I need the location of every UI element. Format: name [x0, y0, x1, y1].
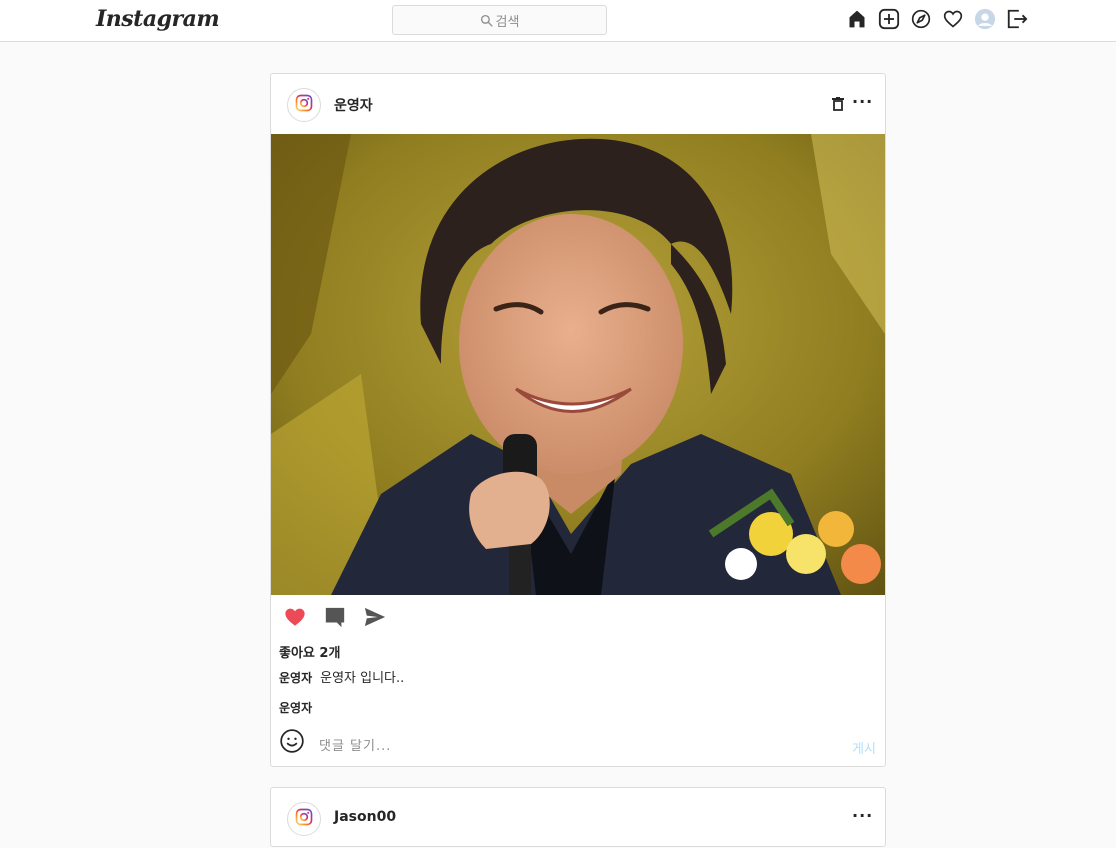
comment-icon[interactable]: [323, 605, 347, 629]
feed-post: Jason00 ···: [270, 787, 886, 847]
post-header: Jason00 ···: [271, 788, 885, 848]
instagram-camera-icon: [294, 93, 314, 117]
search-icon: [480, 14, 493, 27]
post-photo-image: [271, 134, 885, 595]
post-caption: 운영자 운영자 입니다..: [279, 667, 404, 686]
post-avatar[interactable]: [287, 88, 321, 122]
comment-username[interactable]: 운영자: [279, 699, 312, 716]
more-options-icon[interactable]: ···: [852, 94, 873, 110]
comment-input[interactable]: [319, 736, 799, 756]
caption-text: 운영자 입니다..: [320, 671, 405, 686]
post-header: 운영자 ···: [271, 74, 885, 134]
post-avatar[interactable]: [287, 802, 321, 836]
search-box[interactable]: 검색: [392, 5, 607, 35]
logout-icon[interactable]: [1005, 7, 1029, 31]
instagram-camera-icon: [294, 807, 314, 831]
post-comment-button[interactable]: 게시: [852, 738, 876, 757]
emoji-smiley-icon[interactable]: [279, 728, 305, 758]
more-options-icon[interactable]: ···: [852, 808, 873, 824]
home-icon[interactable]: [845, 7, 869, 31]
new-post-icon[interactable]: [877, 7, 901, 31]
caption-username[interactable]: 운영자: [279, 669, 312, 686]
feed-post: 운영자 ··· 좋아요 2개 운영자 운영자 입니다.. 운영자 댓글 달기..…: [270, 73, 886, 767]
nav-icon-group: [845, 7, 1029, 31]
post-photo[interactable]: [271, 134, 885, 595]
explore-icon[interactable]: [909, 7, 933, 31]
likes-count[interactable]: 좋아요 2개: [279, 642, 340, 661]
instagram-logo[interactable]: Instagram: [96, 6, 220, 32]
post-username[interactable]: Jason00: [334, 809, 396, 825]
share-send-icon[interactable]: [363, 605, 387, 629]
comment-bar: 게시: [271, 726, 885, 766]
post-username[interactable]: 운영자: [334, 95, 373, 115]
like-heart-icon[interactable]: [283, 605, 307, 629]
top-navigation-bar: Instagram 검색: [0, 0, 1116, 42]
post-actions: [283, 605, 387, 629]
trash-icon[interactable]: [832, 96, 844, 115]
search-placeholder: 검색: [495, 14, 520, 30]
profile-avatar-icon[interactable]: [973, 7, 997, 31]
activity-heart-icon[interactable]: [941, 7, 965, 31]
